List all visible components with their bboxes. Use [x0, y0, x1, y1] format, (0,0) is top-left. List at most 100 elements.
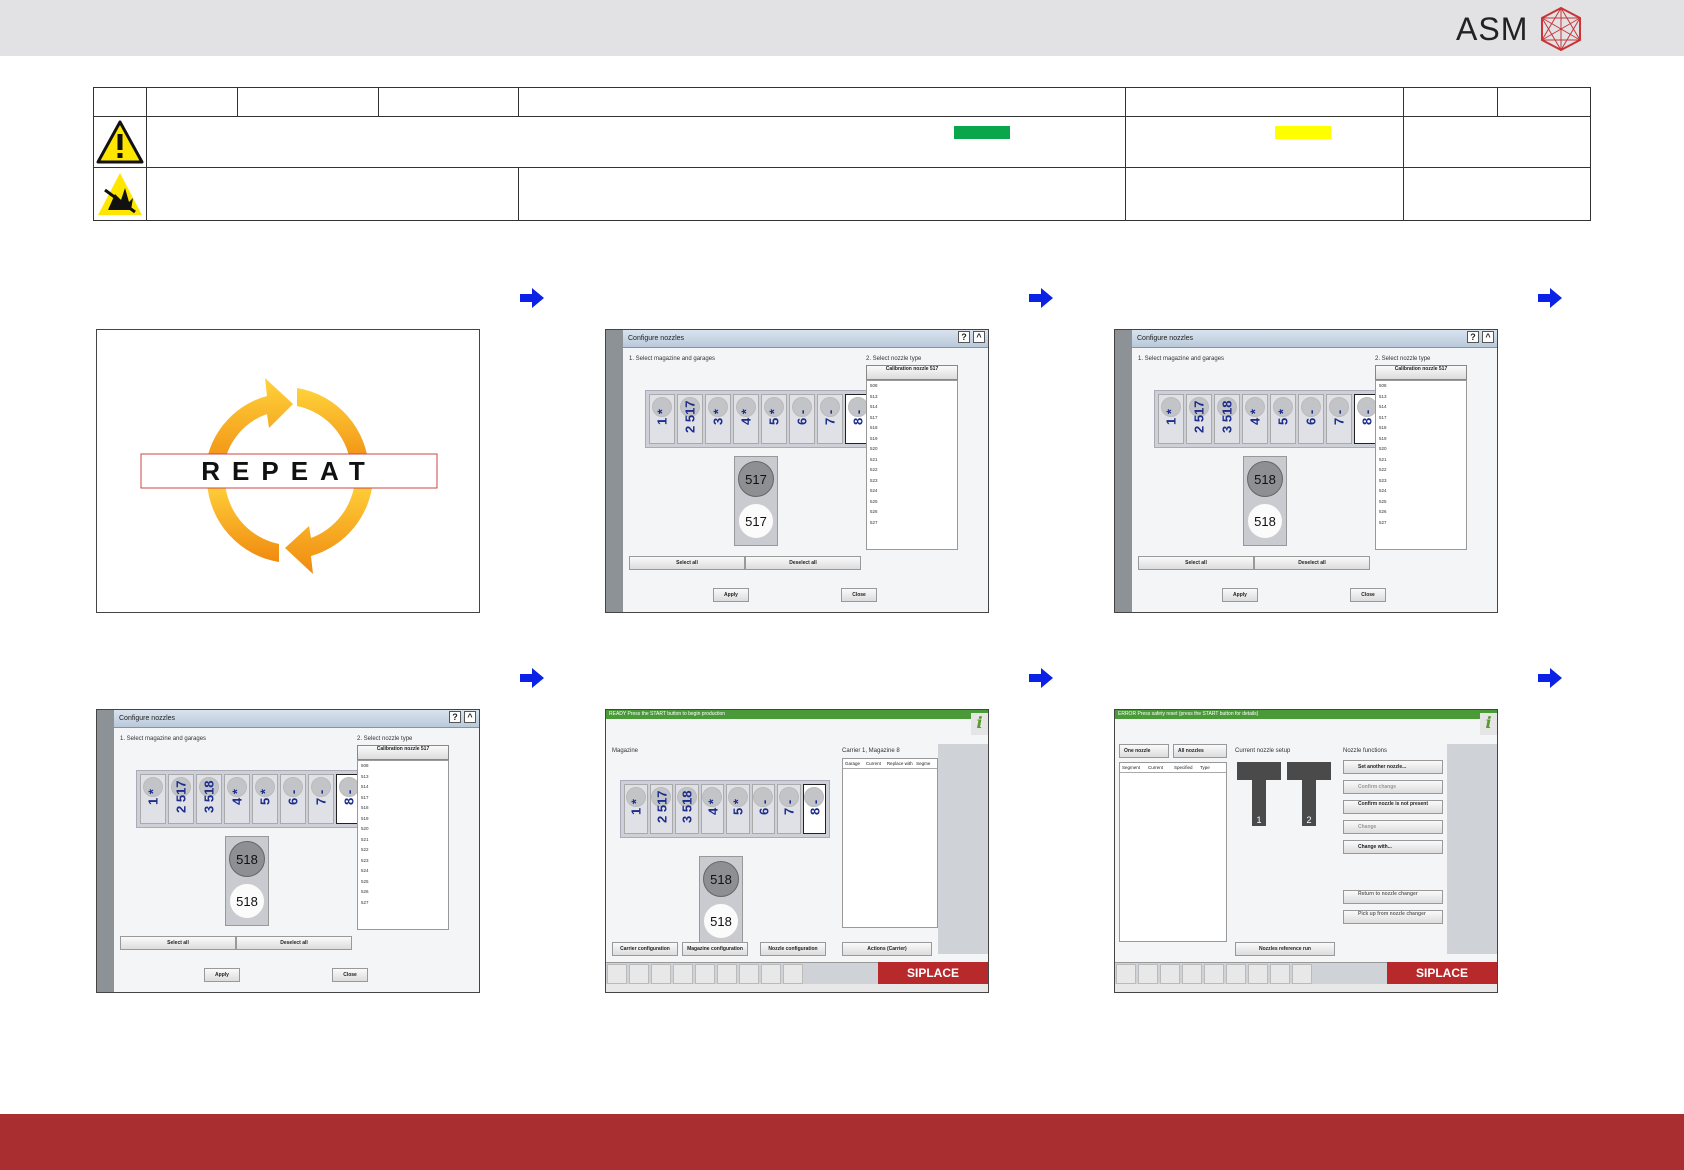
tool-icon[interactable] [1270, 964, 1290, 984]
magazine-slot[interactable]: 4 * [733, 394, 759, 444]
magazine-slot[interactable]: 1 * [1158, 394, 1184, 444]
garage-nozzle-1[interactable]: 518 [703, 861, 739, 897]
calibration-nozzle-button[interactable]: Calibration nozzle 517 [866, 365, 958, 380]
apply-button[interactable]: Apply [1222, 588, 1258, 602]
one-nozzle-radio[interactable]: One nozzle [1119, 744, 1169, 758]
settings-icon[interactable] [1292, 964, 1312, 984]
help-button[interactable]: ? [958, 330, 970, 343]
bar-chart-icon[interactable] [1160, 964, 1180, 984]
magazine-slot[interactable]: 5 * [761, 394, 787, 444]
magazine-slot[interactable]: 5 * [726, 784, 750, 834]
actions-carrier-button[interactable]: Actions (Carrier) [842, 942, 932, 956]
return-to-nozzle-changer-button[interactable]: Return to nozzle changer [1343, 890, 1443, 904]
magazine-slot[interactable]: 5 * [252, 774, 278, 824]
collapse-button[interactable]: ^ [973, 330, 985, 343]
close-button[interactable]: Close [1350, 588, 1386, 602]
camera-icon[interactable] [1248, 964, 1268, 984]
all-nozzles-radio[interactable]: All nozzles [1173, 744, 1227, 758]
select-all-button[interactable]: Select all [1138, 556, 1254, 570]
magazine-slot[interactable]: 4 * [700, 784, 724, 834]
module-icon[interactable] [607, 964, 627, 984]
help-button[interactable]: ? [449, 710, 461, 723]
carrier-configuration-button[interactable]: Carrier configuration [612, 942, 678, 956]
garage-nozzle-2[interactable]: 517 [738, 503, 774, 539]
magazine-slot[interactable]: 6 - [1298, 394, 1324, 444]
settings-icon[interactable] [783, 964, 803, 984]
deselect-all-button[interactable]: Deselect all [236, 936, 352, 950]
document-icon[interactable] [695, 964, 715, 984]
info-icon[interactable]: i [971, 713, 988, 735]
repeat-graphic: REPEAT [96, 329, 480, 613]
close-button[interactable]: Close [841, 588, 877, 602]
magazine-slot[interactable]: 7 - [777, 784, 801, 834]
magazine-slot[interactable]: 6 - [751, 784, 775, 834]
magazine-slot[interactable]: 3 518 [196, 774, 222, 824]
select-all-button[interactable]: Select all [629, 556, 745, 570]
nozzle-type-list[interactable]: 508 513 514 517 518 519 520 521 522 523 524 525 526 5… [357, 760, 449, 930]
collapse-button[interactable]: ^ [1482, 330, 1494, 343]
pick-up-from-nozzle-changer-button[interactable]: Pick up from nozzle changer [1343, 910, 1443, 924]
magazine-slot[interactable]: 7 - [1326, 394, 1352, 444]
magazine-slot[interactable]: 3 * [705, 394, 731, 444]
set-another-nozzle-button[interactable]: Set another nozzle... [1343, 760, 1443, 774]
calibration-nozzle-button[interactable]: Calibration nozzle 517 [1375, 365, 1467, 380]
garage-nozzle-2[interactable]: 518 [229, 883, 265, 919]
tool-icon[interactable] [761, 964, 781, 984]
change-with-button[interactable]: Change with... [1343, 840, 1443, 854]
collapse-button[interactable]: ^ [464, 710, 476, 723]
garage-nozzle-2[interactable]: 518 [703, 903, 739, 939]
magazine-slot[interactable]: 4 * [1242, 394, 1268, 444]
garage-nozzle-1[interactable]: 518 [1247, 461, 1283, 497]
calibration-nozzle-button[interactable]: Calibration nozzle 517 [357, 745, 449, 760]
magazine-slot[interactable]: 2 517 [649, 784, 673, 834]
step2-label: 2. Select nozzle type [866, 356, 922, 362]
line-chart-icon[interactable] [717, 964, 737, 984]
magazine-slot[interactable]: 1 * [649, 394, 675, 444]
confirm-change-button[interactable]: Confirm change [1343, 780, 1443, 794]
magazine-slot[interactable]: 5 * [1270, 394, 1296, 444]
magazine-slot[interactable]: 2 517 [168, 774, 194, 824]
apply-button[interactable]: Apply [713, 588, 749, 602]
module-icon[interactable] [1116, 964, 1136, 984]
nozzle-configuration-button[interactable]: Nozzle configuration [760, 942, 826, 956]
bar-chart-icon[interactable] [651, 964, 671, 984]
configure-nozzles-dialog: Configure nozzles? ^ 1. Select magazine a… [623, 330, 988, 612]
magazine-slot[interactable]: 6 - [789, 394, 815, 444]
magazine-configuration-button[interactable]: Magazine configuration [682, 942, 748, 956]
magazine-slot[interactable]: 7 - [817, 394, 843, 444]
magazine-slot[interactable]: 3 518 [1214, 394, 1240, 444]
nozzle-type-list[interactable]: 508 513 514 517 518 519 520 521 522 523 524 525 526 5… [866, 380, 958, 550]
confirm-nozzle-not-present-button[interactable]: Confirm nozzle is not present [1343, 800, 1443, 814]
magazine-slot[interactable]: 4 * [224, 774, 250, 824]
nozzles-reference-run-button[interactable]: Nozzles reference run [1235, 942, 1335, 956]
garage-nozzle-1[interactable]: 518 [229, 841, 265, 877]
magazine-slots: 1 * 2 517 3 518 4 * 5 * 6 - 7 - 8 - [1154, 390, 1384, 448]
feeder-icon[interactable] [1182, 964, 1202, 984]
nozzle-type-list[interactable]: 508 513 514 517 518 519 520 521 522 523 524 525 526 5… [1375, 380, 1467, 550]
magazine-slot[interactable]: 3 518 [675, 784, 699, 834]
magazine-slot[interactable]: 1 * [140, 774, 166, 824]
close-button[interactable]: Close [332, 968, 368, 982]
magazine-slot[interactable]: 2 517 [677, 394, 703, 444]
magazine-slot[interactable]: 2 517 [1186, 394, 1212, 444]
deselect-all-button[interactable]: Deselect all [745, 556, 861, 570]
help-button[interactable]: ? [1467, 330, 1479, 343]
info-icon[interactable]: i [1480, 713, 1497, 735]
camera-icon[interactable] [739, 964, 759, 984]
garage-nozzle-1[interactable]: 517 [738, 461, 774, 497]
apply-button[interactable]: Apply [204, 968, 240, 982]
magazine-slot[interactable]: 6 - [280, 774, 306, 824]
garage-nozzle-2[interactable]: 518 [1247, 503, 1283, 539]
grid-icon[interactable] [1138, 964, 1158, 984]
line-chart-icon[interactable] [1226, 964, 1246, 984]
deselect-all-button[interactable]: Deselect all [1254, 556, 1370, 570]
grid-icon[interactable] [629, 964, 649, 984]
magazine-slot[interactable]: 7 - [308, 774, 334, 824]
magazine-slot[interactable]: 8 - [802, 784, 826, 834]
document-icon[interactable] [1204, 964, 1224, 984]
magazine-slot[interactable]: 1 * [624, 784, 648, 834]
change-button[interactable]: Change [1343, 820, 1443, 834]
select-all-button[interactable]: Select all [120, 936, 236, 950]
current-nozzle-setup-label: Current nozzle setup [1235, 748, 1291, 754]
feeder-icon[interactable] [673, 964, 693, 984]
